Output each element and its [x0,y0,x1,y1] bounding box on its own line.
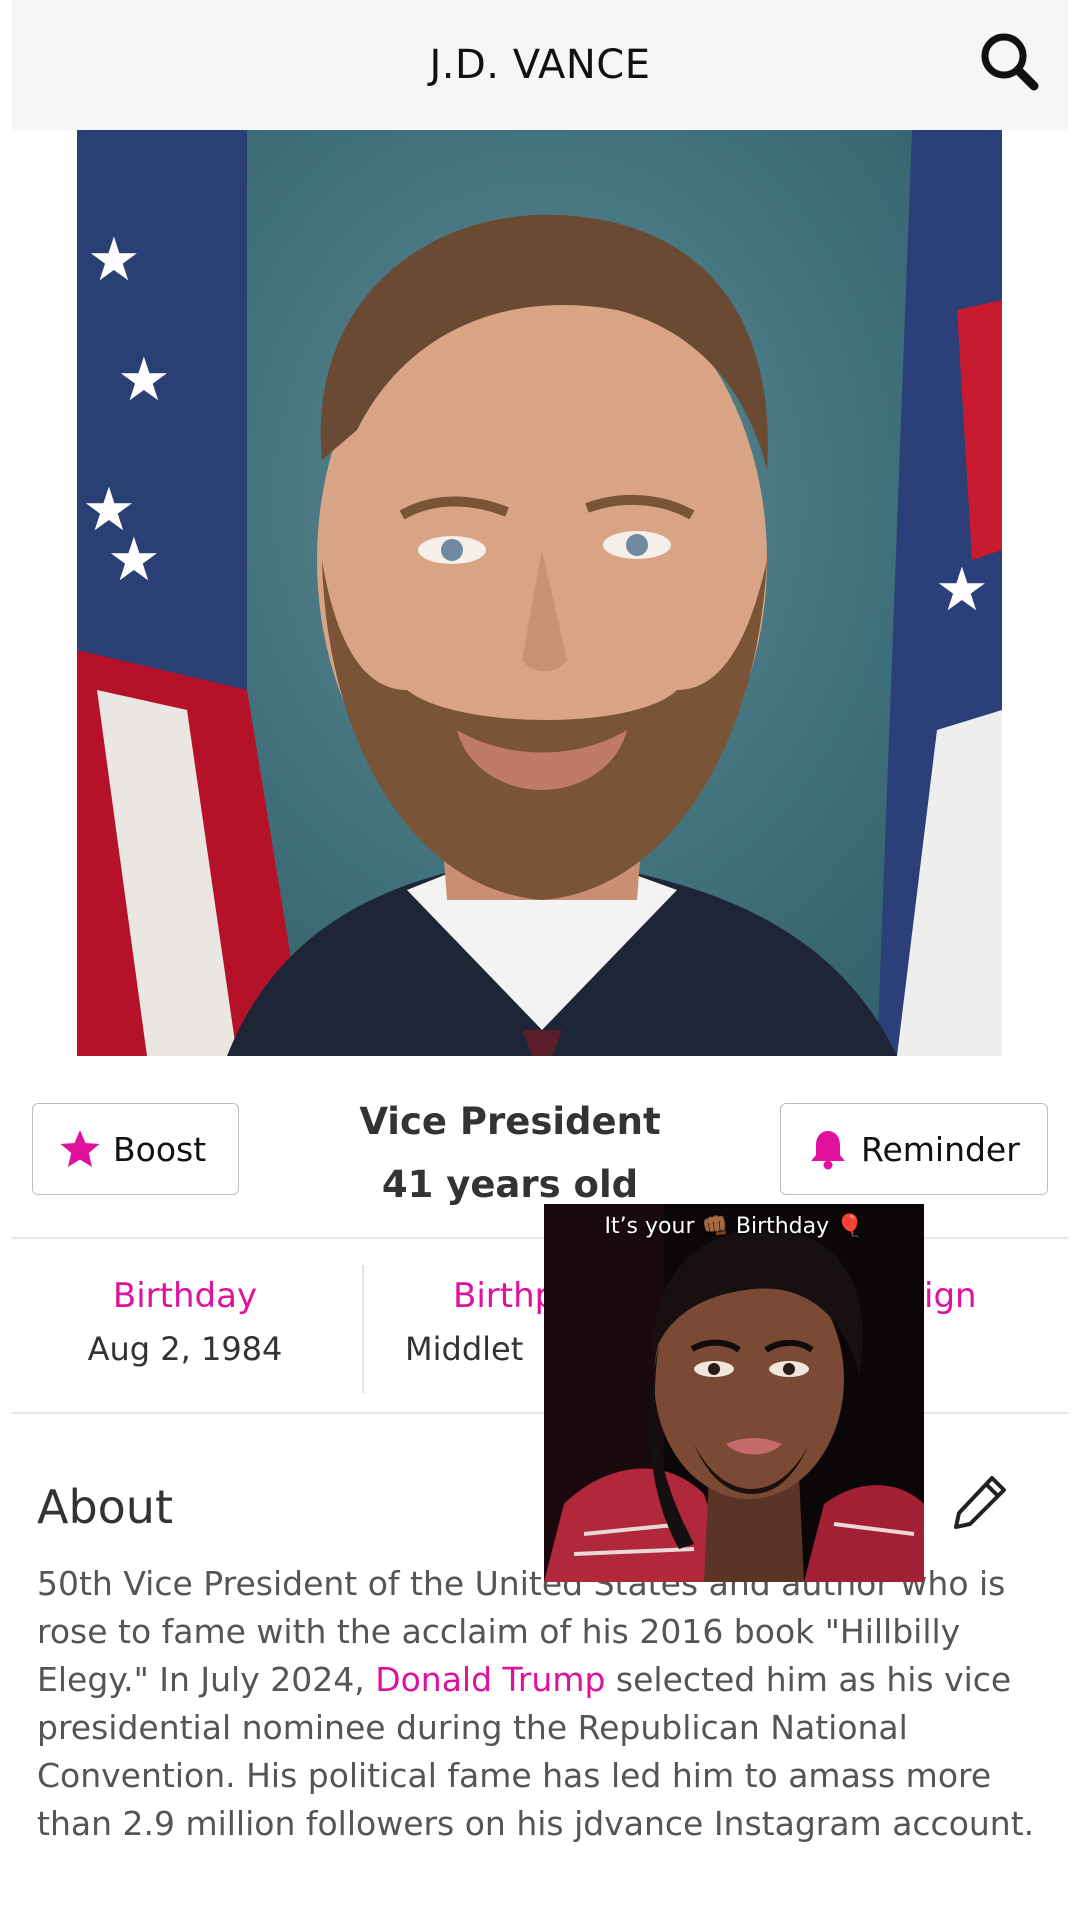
profile-photo: ★ ★ ★ ★ ★ [77,130,1002,1056]
top-bar: J.D. VANCE [12,0,1068,130]
video-overlay[interactable]: It’s your 👊🏾 Birthday 🎈 [544,1204,924,1582]
age-text: 41 years old [381,1163,639,1206]
boost-label: Boost [113,1129,207,1169]
about-heading: About [37,1480,174,1534]
profile-screen: J.D. VANCE ★ ★ ★ ★ ★ Boost Vice Presiden… [0,0,1080,1920]
overlay-caption: It’s your 👊🏾 Birthday 🎈 [604,1214,864,1239]
svg-text:★: ★ [117,345,171,415]
role-title: Vice President [359,1100,661,1143]
fact-label: ign [924,1276,977,1316]
svg-text:★: ★ [935,555,989,625]
portrait-image: ★ ★ ★ ★ ★ [77,130,1002,1056]
svg-text:★: ★ [87,225,141,295]
about-text: 50th Vice President of the United States… [37,1560,1047,1848]
fact-birthday: Birthday Aug 2, 1984 [60,1276,310,1368]
bell-icon [811,1131,845,1170]
fact-value: Aug 2, 1984 [87,1330,283,1368]
reminder-label: Reminder [861,1129,1020,1169]
reminder-button[interactable]: Reminder [780,1103,1048,1195]
overlay-video-frame [544,1204,924,1582]
fact-sign[interactable]: ign [924,1276,1024,1330]
boost-button[interactable]: Boost [32,1103,239,1195]
donald-trump-link[interactable]: Donald Trump [375,1660,605,1699]
star-icon [60,1130,100,1167]
fact-label: Birthday [112,1276,258,1316]
page-title: J.D. VANCE [429,42,651,88]
pencil-icon[interactable] [948,1470,1012,1534]
search-icon[interactable] [976,28,1042,94]
svg-text:★: ★ [107,525,161,595]
fact-separator [362,1265,364,1393]
